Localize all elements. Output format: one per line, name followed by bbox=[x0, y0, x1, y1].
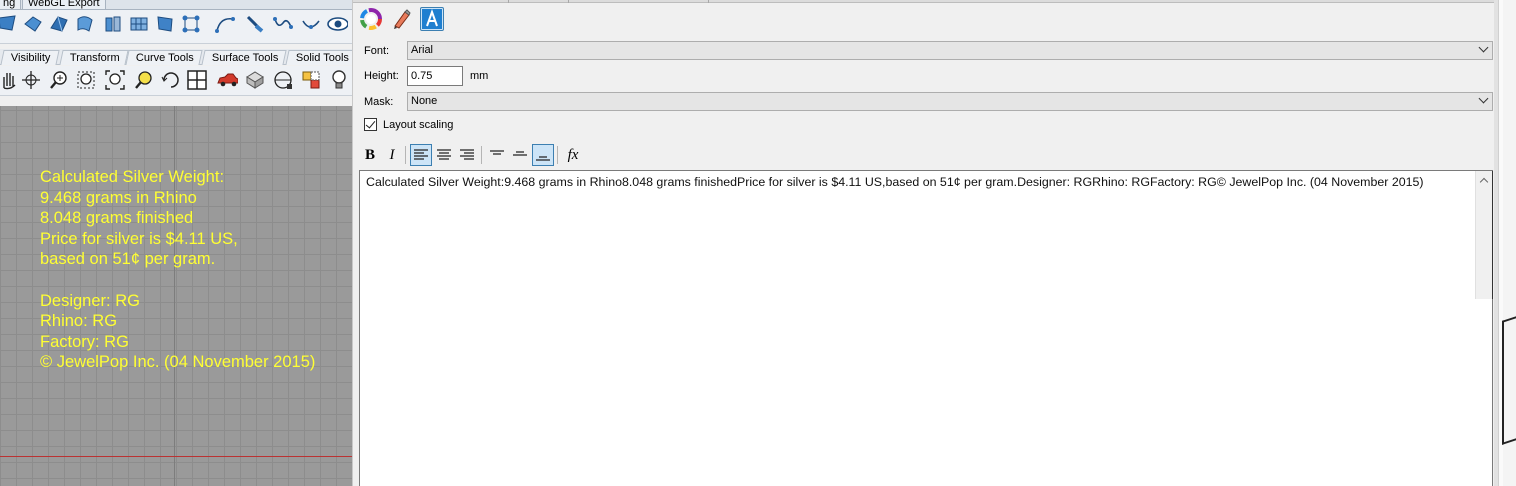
tab-surface-tools[interactable]: Surface Tools bbox=[201, 50, 288, 65]
valign-middle-icon bbox=[513, 151, 527, 156]
viewport-object-outline bbox=[1502, 311, 1516, 445]
align-center-icon bbox=[437, 149, 451, 160]
fx-icon: fx bbox=[567, 146, 579, 163]
height-input[interactable]: 0.75 bbox=[407, 66, 463, 86]
eye-icon[interactable] bbox=[326, 13, 348, 35]
editor-text: Calculated Silver Weight:9.468 grams in … bbox=[366, 175, 1424, 189]
annotation-line: 9.468 grams in Rhino bbox=[40, 188, 197, 207]
editor-scrollbar[interactable] bbox=[1475, 171, 1493, 299]
rhino-window: ng WebGL Export Visibility Transform Cur… bbox=[0, 0, 352, 486]
height-unit: mm bbox=[470, 70, 489, 82]
valign-top-icon bbox=[490, 150, 504, 155]
render-icon[interactable] bbox=[244, 69, 266, 91]
tab-webgl-export[interactable]: WebGL Export bbox=[22, 0, 106, 10]
text-style-icon bbox=[422, 9, 442, 29]
right-viewport-edge bbox=[1498, 0, 1516, 486]
font-select[interactable]: Arial bbox=[407, 41, 1493, 60]
text-edit-panel: Font: Arial Height: 0.75 mm Mask: None L… bbox=[352, 0, 1499, 486]
align-left-icon bbox=[414, 149, 428, 160]
bold-icon: B bbox=[364, 146, 375, 163]
panel-tab-strip bbox=[353, 0, 1499, 3]
bold-button[interactable]: B bbox=[359, 144, 381, 166]
patch-icon[interactable] bbox=[154, 13, 176, 35]
tab-visibility[interactable]: Visibility bbox=[0, 50, 60, 65]
object-properties-icon[interactable] bbox=[300, 69, 322, 91]
four-viewports-icon[interactable] bbox=[186, 69, 208, 91]
valign-bottom-icon bbox=[536, 156, 550, 161]
tab-solid-tools[interactable]: Solid Tools bbox=[285, 50, 352, 65]
mask-select-value: None bbox=[411, 95, 438, 107]
height-label: Height: bbox=[364, 70, 399, 82]
text-style-button[interactable] bbox=[420, 7, 444, 31]
align-right-button[interactable] bbox=[456, 144, 478, 166]
zoom-selected-icon[interactable] bbox=[133, 69, 155, 91]
sweep-icon[interactable] bbox=[74, 13, 96, 35]
font-label: Font: bbox=[364, 45, 390, 57]
annotation-line bbox=[40, 270, 315, 291]
extrude-icon[interactable] bbox=[22, 13, 44, 35]
chevron-down-icon bbox=[1478, 93, 1489, 104]
annotation-line: based on 51¢ per gram. bbox=[40, 250, 216, 269]
layout-scaling-label: Layout scaling bbox=[383, 119, 454, 131]
zoom-window-icon[interactable] bbox=[75, 69, 97, 91]
x-axis-line bbox=[0, 456, 352, 457]
curve-icon[interactable] bbox=[214, 13, 236, 35]
visibility-toolbar bbox=[0, 66, 352, 96]
tab-transform[interactable]: Transform bbox=[59, 50, 129, 65]
valign-bottom-button[interactable] bbox=[532, 144, 554, 166]
light-bulb-icon[interactable] bbox=[328, 69, 350, 91]
color-wheel-icon bbox=[360, 8, 382, 30]
osnap-icon[interactable] bbox=[272, 69, 294, 91]
annotation-line: © JewelPop Inc. (04 November 2015) bbox=[40, 353, 316, 372]
knife-icon[interactable] bbox=[244, 13, 266, 35]
annotation-text-object[interactable]: Calculated Silver Weight: 9.468 grams in… bbox=[40, 167, 315, 373]
network-surface-icon[interactable] bbox=[128, 13, 150, 35]
rotate-view-icon[interactable] bbox=[160, 69, 182, 91]
fx-button[interactable]: fx bbox=[562, 144, 584, 166]
valign-middle-button[interactable] bbox=[509, 144, 531, 166]
perspective-viewport[interactable]: Calculated Silver Weight: 9.468 grams in… bbox=[0, 106, 352, 486]
italic-button[interactable]: I bbox=[381, 144, 403, 166]
surface-toolbar bbox=[0, 10, 352, 44]
valign-top-button[interactable] bbox=[486, 144, 508, 166]
annotation-line: Rhino: RG bbox=[40, 312, 118, 331]
chevron-down-icon bbox=[1478, 42, 1489, 53]
color-wheel-button[interactable] bbox=[359, 7, 383, 31]
toolbar-tab-strip: ng WebGL Export bbox=[0, 0, 352, 10]
annotation-line: Calculated Silver Weight: bbox=[40, 168, 225, 186]
align-center-button[interactable] bbox=[433, 144, 455, 166]
car-icon[interactable] bbox=[216, 69, 238, 91]
annotation-line: Factory: RG bbox=[40, 332, 129, 351]
chevron-up-icon bbox=[1479, 177, 1489, 187]
loft-icon[interactable] bbox=[48, 13, 70, 35]
text-format-toolbar: B I fx bbox=[359, 144, 759, 166]
layout-scaling-checkbox[interactable] bbox=[364, 118, 377, 131]
rebuild-icon[interactable] bbox=[272, 13, 294, 35]
font-select-value: Arial bbox=[411, 44, 434, 56]
surface-icon[interactable] bbox=[0, 13, 18, 35]
zoom-icon[interactable] bbox=[48, 69, 70, 91]
annotation-line: 8.048 grams finished bbox=[40, 209, 194, 228]
mask-label: Mask: bbox=[364, 96, 394, 108]
pen-brush-button[interactable] bbox=[390, 7, 414, 31]
annotation-line: Price for silver is $4.11 US, bbox=[40, 229, 238, 248]
blend-surface-icon[interactable] bbox=[102, 13, 124, 35]
move-icon[interactable] bbox=[20, 69, 42, 91]
tool-tab-strip: Visibility Transform Curve Tools Surface… bbox=[0, 49, 352, 65]
control-points-icon[interactable] bbox=[180, 13, 202, 35]
pen-brush-icon bbox=[394, 9, 411, 29]
italic-icon: I bbox=[389, 146, 395, 163]
tab-rendering[interactable]: ng bbox=[0, 0, 22, 10]
tab-curve-tools[interactable]: Curve Tools bbox=[125, 50, 203, 65]
hand-pan-icon[interactable] bbox=[0, 69, 20, 91]
text-editor[interactable]: Calculated Silver Weight:9.468 grams in … bbox=[359, 170, 1493, 486]
scrollbar-edge bbox=[1492, 171, 1493, 299]
align-right-icon bbox=[460, 149, 474, 160]
annotation-line: Designer: RG bbox=[40, 291, 140, 310]
align-left-button[interactable] bbox=[410, 144, 432, 166]
mask-select[interactable]: None bbox=[407, 92, 1493, 111]
sub-curve-icon[interactable] bbox=[300, 13, 322, 35]
zoom-extents-icon[interactable] bbox=[104, 69, 126, 91]
